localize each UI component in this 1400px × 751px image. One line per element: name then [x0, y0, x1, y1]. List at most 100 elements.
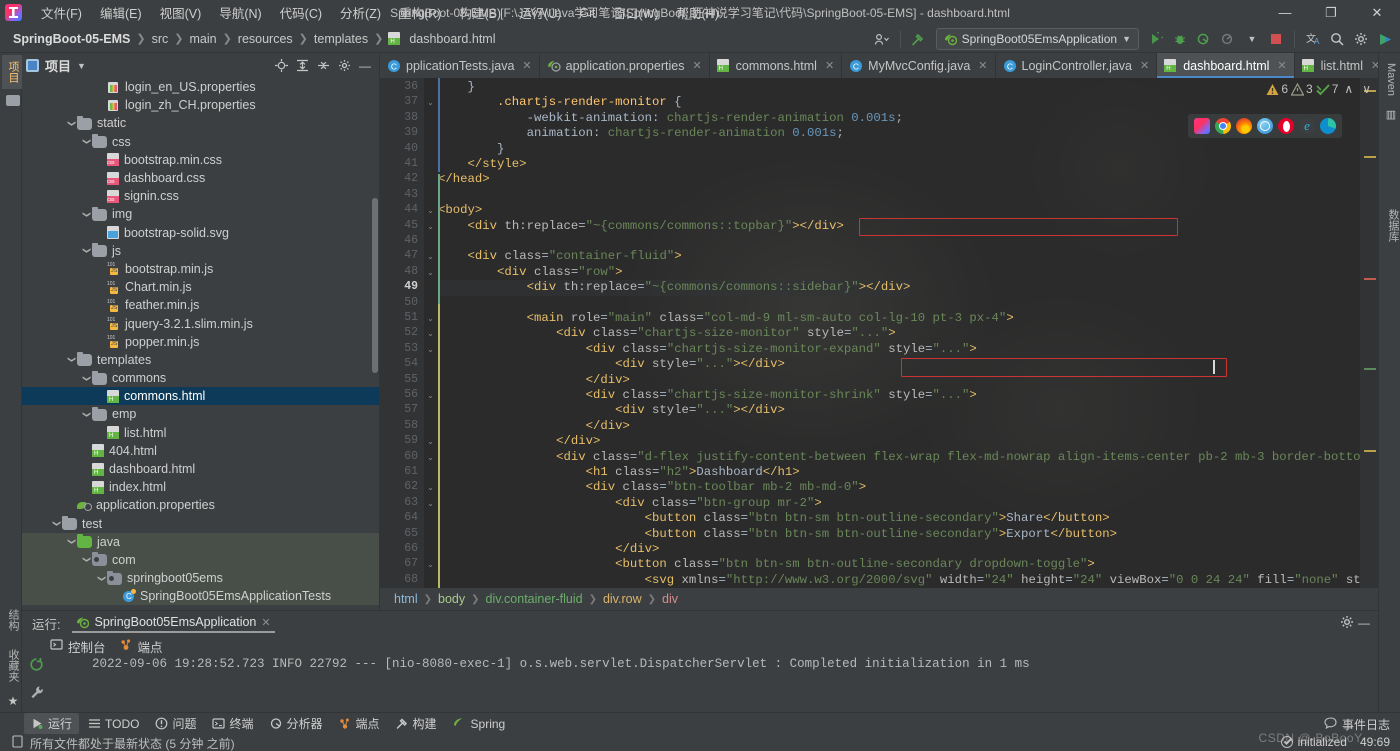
maven-icon[interactable]: ▥ — [1386, 108, 1396, 121]
code-line[interactable]: <div class="container-fluid"> — [438, 249, 682, 264]
tree-node[interactable]: ❯ templates — [22, 351, 379, 369]
close-button[interactable]: ✕ — [1354, 0, 1400, 25]
fold-marker-icon[interactable]: ⌄ — [426, 483, 435, 492]
status-bar-item-3[interactable]: 终端 — [205, 713, 260, 734]
status-bar-tool-buttons[interactable]: 运行 TODO 问题 终端 分析器 端点 构建 Spring — [0, 713, 1400, 734]
status-bar-item-1[interactable]: TODO — [81, 715, 146, 733]
editor-breadcrumb-item-3[interactable]: div.row — [599, 592, 646, 606]
breadcrumb[interactable]: SpringBoot-05-EMS ❯ src ❯ main ❯ resources ❯ tem… — [8, 30, 500, 48]
menu-item-1[interactable]: 编辑(E) — [91, 0, 151, 25]
chevron-down-icon[interactable]: ▼ — [77, 61, 86, 71]
tree-node[interactable]: ❯ java — [22, 532, 379, 551]
updates-icon[interactable] — [1374, 28, 1396, 50]
code-line[interactable]: <div class="d-flex justify-content-betwe… — [438, 450, 1378, 465]
code-line[interactable]: <main role="main" class="col-md-9 ml-sm-… — [438, 311, 1014, 326]
code-line[interactable]: </style> — [438, 157, 527, 172]
tree-node[interactable]: Chart.min.js — [22, 278, 379, 296]
opera-icon[interactable] — [1278, 118, 1294, 134]
hide-panel-icon[interactable]: — — [355, 56, 375, 76]
tool-window-database[interactable]: 数据库 — [1382, 203, 1400, 248]
collapse-all-icon[interactable] — [313, 56, 333, 76]
menu-item-4[interactable]: 代码(C) — [271, 0, 331, 25]
code-line[interactable]: animation: chartjs-render-animation 0.00… — [438, 126, 844, 141]
code-line[interactable]: <button class="btn btn-sm btn-outline-se… — [438, 527, 1117, 542]
inspection-summary[interactable]: 6 3 7 ∧ ∨ — [1266, 82, 1374, 96]
run-with-coverage-button[interactable] — [1193, 28, 1215, 50]
code-line[interactable]: <div class="chartjs-size-monitor" style=… — [438, 326, 896, 341]
chevron-down-icon[interactable]: ❯ — [83, 409, 92, 419]
close-icon[interactable]: ✕ — [1140, 59, 1149, 72]
tool-window-maven[interactable]: Maven — [1382, 57, 1400, 102]
settings-gear-icon[interactable] — [334, 56, 354, 76]
search-icon[interactable] — [1326, 28, 1348, 50]
tree-node[interactable]: ❯ test — [22, 515, 379, 533]
chevron-down-icon[interactable]: ▼ — [1241, 28, 1263, 50]
chevron-down-icon[interactable]: ❯ — [83, 555, 92, 565]
maximize-button[interactable]: ❐ — [1308, 0, 1354, 25]
tree-node[interactable]: login_zh_CH.properties — [22, 96, 379, 114]
close-icon[interactable]: ✕ — [692, 59, 701, 72]
edge-icon[interactable] — [1320, 118, 1336, 134]
tree-node[interactable]: ❯ com — [22, 550, 379, 570]
tree-node[interactable]: ❯ js — [22, 242, 379, 260]
debug-button[interactable] — [1169, 28, 1191, 50]
menu-bar[interactable]: 文件(F) 编辑(E) 视图(V) 导航(N) 代码(C) 分析(Z) 重构(R) 构建(B)… — [32, 0, 728, 25]
editor-breadcrumb-item-2[interactable]: div.container-fluid — [482, 592, 587, 606]
profile-button[interactable] — [1217, 28, 1239, 50]
code-line[interactable]: <div class="chartjs-size-monitor-shrink"… — [438, 388, 977, 403]
fold-marker-icon[interactable]: ⌄ — [426, 314, 435, 323]
menu-item-6[interactable]: 重构(R) — [390, 0, 450, 25]
code-line[interactable]: -webkit-animation: chartjs-render-animat… — [438, 111, 903, 126]
run-window-subtabs[interactable]: 控制台 端点 — [22, 635, 1378, 657]
tree-node[interactable]: ❯ img — [22, 205, 379, 223]
code-line[interactable]: </div> — [438, 419, 630, 434]
menu-item-10[interactable]: 窗口(W) — [604, 0, 667, 25]
code-line[interactable]: <div class="chartjs-size-monitor-expand"… — [438, 342, 977, 357]
code-line[interactable]: <div class="btn-toolbar mb-2 mb-md-0"> — [438, 480, 866, 495]
editor-fold-column[interactable]: ⌄ ⌄ ⌄ ⌄ ⌄ ⌄ ⌄ ⌄ ⌄ ⌄ ⌄ ⌄ ⌄ ⌄ — [424, 78, 438, 588]
code-line[interactable]: </div> — [438, 434, 600, 449]
code-line[interactable]: <button class="btn btn-sm btn-outline-se… — [438, 511, 1110, 526]
code-line[interactable]: <div class="row"> — [438, 265, 623, 280]
close-icon[interactable]: ✕ — [1371, 59, 1378, 72]
code-line[interactable]: <svg xmlns="http://www.w3.org/2000/svg" … — [438, 573, 1378, 588]
editor-code-area[interactable]: } .chartjs-render-monitor { -webkit-anim… — [438, 78, 1378, 588]
editor-tab-4[interactable]: C LoginController.java ✕ — [995, 53, 1158, 78]
tree-node[interactable]: ❯ springboot05ems — [22, 569, 379, 588]
fold-marker-icon[interactable]: ⌄ — [426, 453, 435, 462]
breadcrumb-item-2[interactable]: main — [184, 30, 221, 48]
editor-gutter[interactable]: 36 37 38 39 40 41 42 43 44 45 46 47 48 49 50 51 52 53 54 55… — [380, 78, 424, 588]
tree-node[interactable]: index.html — [22, 478, 379, 496]
project-file-tree[interactable]: login_en_US.properties login_zh_CH.proper… — [22, 78, 379, 610]
folder-icon[interactable] — [6, 95, 20, 106]
editor-tab-0[interactable]: CpplicationTests.java ✕ — [380, 53, 540, 78]
fold-marker-icon[interactable]: ⌄ — [426, 345, 435, 354]
editor-breadcrumb-item-0[interactable]: html — [390, 592, 422, 606]
breadcrumb-item-3[interactable]: resources — [233, 30, 298, 48]
menu-item-0[interactable]: 文件(F) — [32, 0, 91, 25]
tree-node[interactable]: ❯ static — [22, 114, 379, 132]
next-highlight-icon[interactable]: ∨ — [1359, 82, 1374, 96]
run-configuration-selector[interactable]: SpringBoot05EmsApplication ▼ — [935, 28, 1139, 50]
tree-node[interactable]: popper.min.js — [22, 333, 379, 351]
editor-error-stripe[interactable] — [1360, 78, 1378, 588]
star-icon[interactable]: ★ — [8, 694, 19, 708]
run-button[interactable] — [1145, 28, 1167, 50]
tree-node[interactable]: bootstrap.min.js — [22, 260, 379, 278]
tool-window-project[interactable]: 项目 — [2, 55, 24, 89]
code-editor[interactable]: 36 37 38 39 40 41 42 43 44 45 46 47 48 49 50 51 52 53 54 55… — [380, 78, 1378, 588]
editor-tab-1[interactable]: application.properties ✕ — [539, 53, 710, 78]
tree-node[interactable]: 404.html — [22, 442, 379, 460]
tool-window-favorites[interactable]: 收藏夹 — [2, 643, 24, 688]
code-line[interactable]: .chartjs-render-monitor { — [438, 95, 682, 110]
ie-icon[interactable]: e — [1299, 118, 1315, 134]
tree-node[interactable]: list.html — [22, 424, 379, 442]
code-line[interactable]: <button class="btn btn-sm btn-outline-se… — [438, 557, 1095, 572]
tree-node[interactable]: bootstrap-solid.svg — [22, 224, 379, 242]
editor-breadcrumb[interactable]: html ❯ body ❯ div.container-fluid ❯ div.row ❯ di… — [380, 588, 1378, 610]
status-bar-item-2[interactable]: 问题 — [148, 713, 203, 734]
code-line[interactable]: </head> — [438, 172, 490, 187]
status-bar-item-6[interactable]: 构建 — [389, 713, 444, 734]
code-line[interactable]: <div class="btn-group mr-2"> — [438, 496, 822, 511]
fold-marker-icon[interactable]: ⌄ — [426, 329, 435, 338]
